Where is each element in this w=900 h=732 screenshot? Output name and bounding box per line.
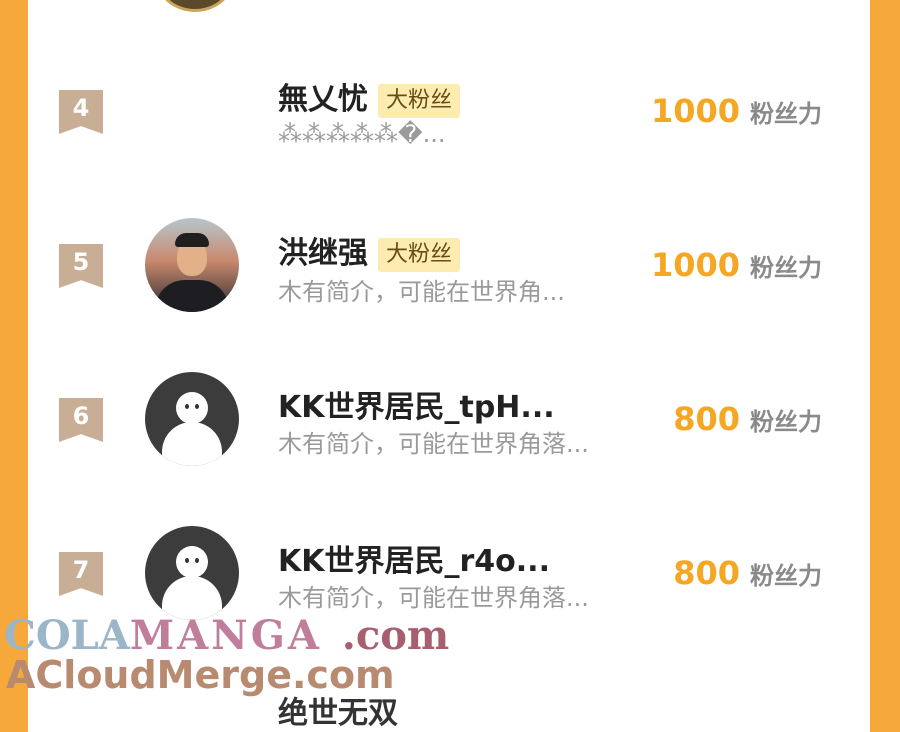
- list-item[interactable]: 6 KK世界居民_tpH... 木有简介，可能在世界角落... 800 粉丝力: [0, 368, 900, 518]
- default-avatar-icon[interactable]: [145, 372, 239, 466]
- fan-level-badge: 大粉丝: [378, 83, 461, 118]
- fan-power-unit: 粉丝力: [750, 408, 822, 436]
- user-name[interactable]: KK世界居民_tpH...: [278, 382, 555, 426]
- fan-power-value: 1000: [650, 92, 740, 130]
- fan-power-value: 1000: [650, 246, 740, 284]
- fan-power: 800 粉丝力: [673, 554, 822, 592]
- user-name-text: 無乂忧: [278, 82, 368, 117]
- rank-badge: 5: [59, 244, 103, 288]
- ghost-eye: [195, 404, 199, 409]
- user-description: 木有简介，可能在世界角落...: [278, 584, 589, 612]
- user-name[interactable]: KK世界居民_r4o...: [278, 536, 550, 580]
- watermark-part: COLA: [4, 612, 130, 659]
- fan-power-unit: 粉丝力: [750, 254, 822, 282]
- user-description: 木有简介，可能在世界角...: [278, 278, 565, 306]
- avatar-coat: [155, 280, 229, 312]
- user-name[interactable]: 洪继强 大粉丝: [278, 228, 461, 272]
- fan-level-badge: 大粉丝: [378, 237, 461, 272]
- user-name[interactable]: 無乂忧 大粉丝: [278, 74, 461, 118]
- avatar[interactable]: [145, 218, 239, 312]
- ghost-eye: [195, 558, 199, 563]
- user-description: ⁂⁂⁂⁂⁂�...: [278, 120, 446, 148]
- fan-power-unit: 粉丝力: [750, 562, 822, 590]
- ghost-eye: [185, 558, 189, 563]
- watermark: COLAMANGA .com: [4, 612, 449, 659]
- default-avatar-icon[interactable]: [145, 526, 239, 620]
- list-item[interactable]: 4 無乂忧 大粉丝 ⁂⁂⁂⁂⁂�... 1000 粉丝力: [0, 60, 900, 210]
- fan-power: 1000 粉丝力: [651, 246, 822, 284]
- ghost-body: [162, 422, 222, 466]
- ghost-head: [176, 546, 208, 578]
- watermark: ACloudMerge.com: [6, 653, 395, 697]
- fan-power-value: 800: [673, 554, 740, 592]
- rank-badge: 6: [59, 398, 103, 442]
- user-name-text: 洪继强: [278, 236, 368, 271]
- fan-power: 800 粉丝力: [673, 400, 822, 438]
- rank-badge: 7: [59, 552, 103, 596]
- ghost-head: [176, 392, 208, 424]
- fan-power-value: 800: [673, 400, 740, 438]
- list-item[interactable]: 5 洪继强 大粉丝 木有简介，可能在世界角... 1000 粉丝力: [0, 214, 900, 364]
- avatar-hair: [175, 233, 209, 247]
- fan-power: 1000 粉丝力: [651, 92, 822, 130]
- watermark-part: .com: [341, 612, 450, 659]
- rank-badge: 4: [59, 90, 103, 134]
- fan-power-unit: 粉丝力: [750, 100, 822, 128]
- watermark-part: MANGA: [129, 612, 322, 659]
- ghost-eye: [185, 404, 189, 409]
- user-description: 木有简介，可能在世界角落...: [278, 430, 589, 458]
